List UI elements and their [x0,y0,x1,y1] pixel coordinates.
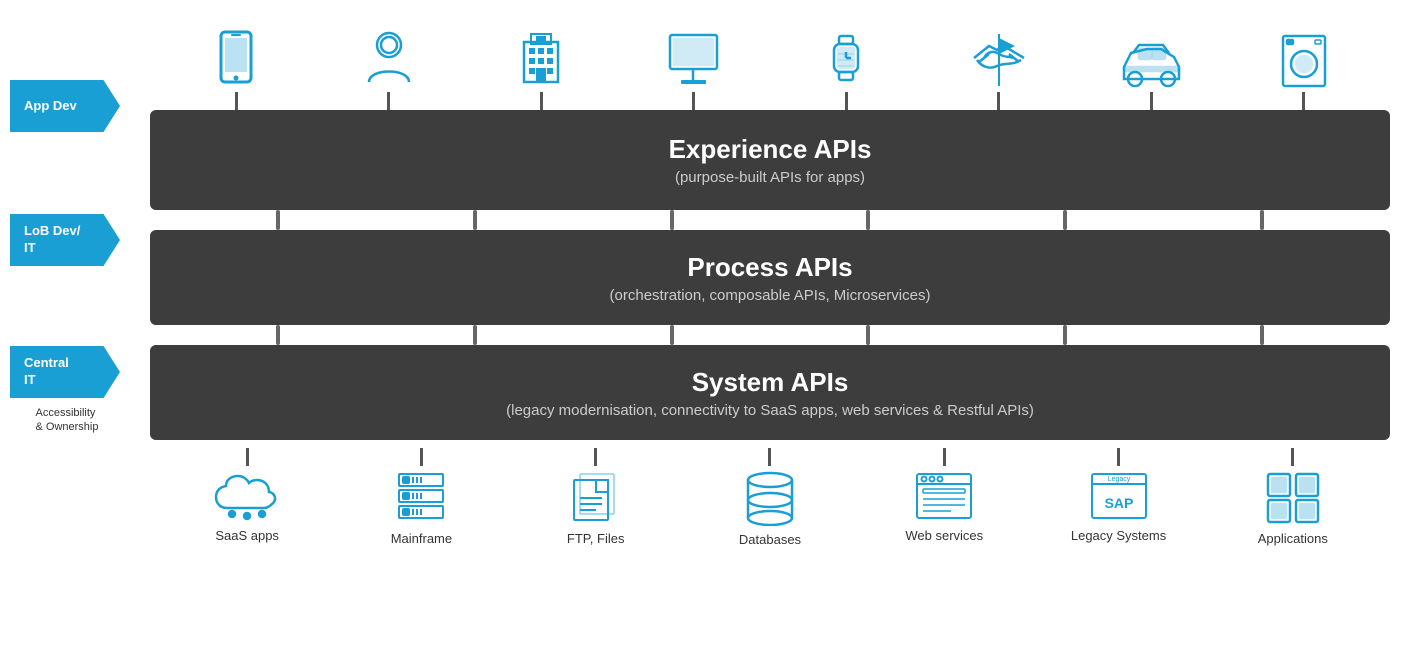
bottom-label-applications: Applications [1258,531,1328,546]
top-icon-appliance [1259,32,1349,110]
connector-row-1 [150,210,1390,230]
conn-8 [473,325,477,345]
conn-11 [1063,325,1067,345]
connector-building [540,92,543,110]
chevron-app-dev: App Dev [10,80,120,214]
connector-watch [845,92,848,110]
bottom-label-ftp: FTP, Files [567,531,625,546]
bottom-label-webservices: Web services [905,528,983,543]
conn-4 [866,210,870,230]
conn-2 [473,210,477,230]
connector-mobile [235,92,238,110]
top-icon-building [496,30,586,110]
conn-ftp [594,448,597,466]
conn-6 [1260,210,1264,230]
experience-api-layer: Experience APIs (purpose-built APIs for … [150,110,1390,210]
chevron-label-lob-dev: LoB Dev/IT [24,223,80,257]
chevron-label-app-dev: App Dev [24,98,77,115]
top-icon-user [344,30,434,110]
bottom-icon-legacy: SAP Legacy Legacy Systems [1064,448,1174,543]
conn-3 [670,210,674,230]
bottom-icon-ftp: FTP, Files [541,448,651,546]
accessibility-label: Accessibility& Ownership [32,406,99,435]
bottom-label-legacy: Legacy Systems [1071,528,1166,543]
chevron-shape-central-it: CentralIT [10,346,120,398]
system-api-layer: System APIs (legacy modernisation, conne… [150,345,1390,440]
connector-desktop [692,92,695,110]
conn-applications [1291,448,1294,466]
bottom-label-mainframe: Mainframe [391,531,452,546]
chevron-shape-lob-dev: LoB Dev/IT [10,214,120,266]
experience-api-title: Experience APIs [669,134,872,165]
conn-12 [1260,325,1264,345]
top-icon-desktop [649,30,739,110]
bottom-icon-saas: SaaS apps [192,448,302,543]
system-api-title: System APIs [692,367,849,398]
bottom-icon-mainframe: Mainframe [366,448,476,546]
svg-text:Legacy: Legacy [1107,476,1130,483]
layers-wrapper: Experience APIs (purpose-built APIs for … [140,110,1400,440]
main-container: App Dev LoB Dev/IT CentralIT Accessibili… [0,0,1410,664]
process-api-title: Process APIs [687,252,852,283]
conn-databases [768,448,771,466]
conn-5 [1063,210,1067,230]
connector-car [1150,92,1153,110]
svg-text:SAP: SAP [1104,495,1133,511]
bottom-icons-row: SaaS apps [140,444,1400,547]
chevron-shape-app-dev: App Dev [10,80,120,132]
conn-mainframe [420,448,423,466]
conn-10 [866,325,870,345]
bottom-icon-databases: Databases [715,448,825,547]
bottom-icon-webservices: Web services [889,448,999,543]
chevron-central-it: CentralIT [10,346,120,398]
chevron-lob-dev: LoB Dev/IT [10,214,120,346]
system-api-subtitle: (legacy modernisation, connectivity to S… [506,402,1034,419]
connector-row-2 [150,325,1390,345]
process-api-layer: Process APIs (orchestration, composable … [150,230,1390,325]
bottom-icon-applications: Applications [1238,448,1348,546]
right-panel: Experience APIs (purpose-built APIs for … [130,0,1410,664]
conn-legacy [1117,448,1120,466]
top-icon-car [1106,35,1196,110]
conn-9 [670,325,674,345]
connector-appliance [1302,92,1305,110]
chevron-group: App Dev LoB Dev/IT CentralIT [10,80,120,398]
conn-webservices [943,448,946,466]
bottom-label-databases: Databases [739,532,801,547]
process-api-subtitle: (orchestration, composable APIs, Microse… [610,287,931,304]
connector-handshake [997,92,1000,110]
top-icon-mobile [191,30,281,110]
chevron-label-central-it: CentralIT [24,355,69,389]
conn-1 [276,210,280,230]
connector-user [387,92,390,110]
top-icon-watch [801,30,891,110]
left-panel: App Dev LoB Dev/IT CentralIT Accessibili… [0,0,130,664]
top-icon-handshake [954,30,1044,110]
top-icons-row [140,0,1400,110]
conn-saas [246,448,249,466]
bottom-label-saas: SaaS apps [215,528,279,543]
experience-api-subtitle: (purpose-built APIs for apps) [675,169,865,186]
conn-7 [276,325,280,345]
